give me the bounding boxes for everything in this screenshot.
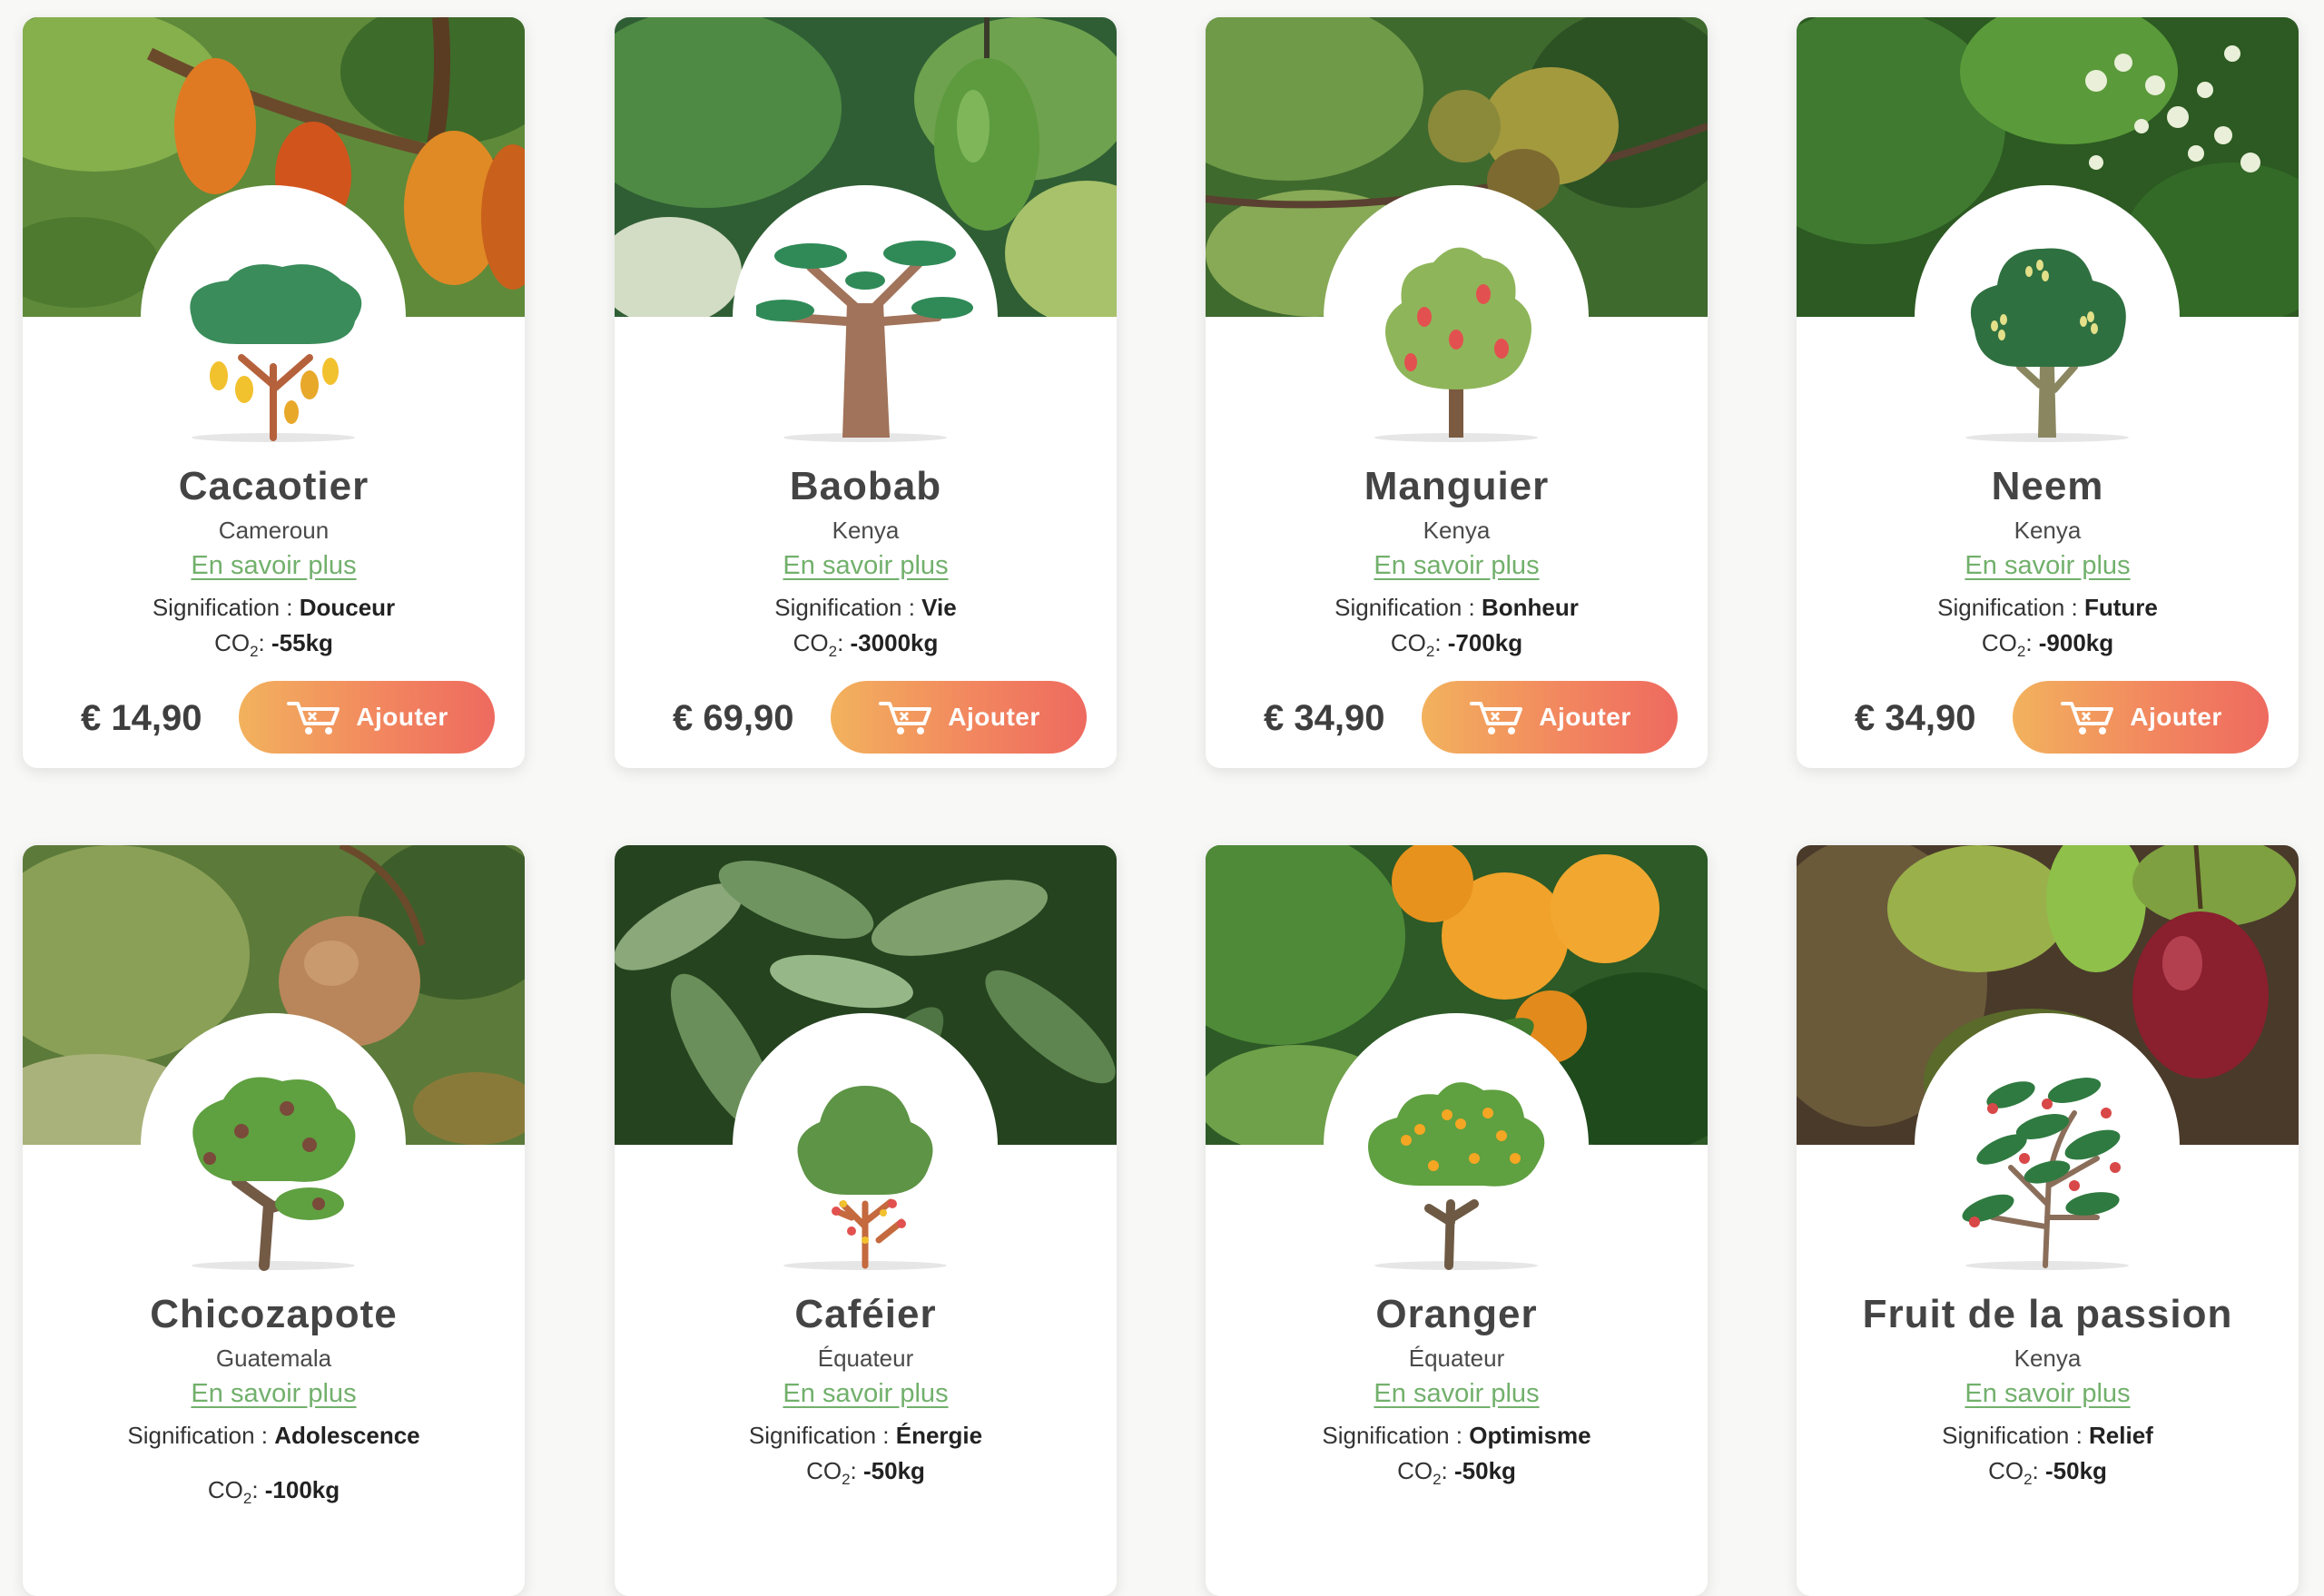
- product-price: € 34,90: [1264, 698, 1385, 738]
- learn-more-link[interactable]: En savoir plus: [23, 551, 525, 581]
- product-origin: Équateur: [817, 1345, 914, 1372]
- cart-icon: [2059, 698, 2117, 736]
- product-co2: CO2: -50kg: [1397, 1457, 1516, 1489]
- product-name: Fruit de la passion: [1862, 1292, 2233, 1336]
- product-origin: Cameroun: [218, 517, 330, 544]
- neem-tree-icon: [1938, 231, 2156, 444]
- product-co2: CO2: -700kg: [1390, 629, 1523, 661]
- product-price: € 34,90: [1855, 698, 1976, 738]
- add-to-cart-button[interactable]: Ajouter: [239, 681, 495, 754]
- learn-more-link[interactable]: En savoir plus: [615, 551, 1117, 581]
- product-card-cafeier: Caféier Équateur En savoir plus Signific…: [615, 845, 1117, 1596]
- cart-icon: [285, 698, 343, 736]
- product-co2: CO2: -900kg: [1981, 629, 2114, 661]
- learn-more-link[interactable]: En savoir plus: [1206, 1379, 1708, 1409]
- product-meaning: Signification : Douceur: [152, 594, 396, 621]
- product-card-baobab: Baobab Kenya En savoir plus Significatio…: [615, 17, 1117, 768]
- product-meaning: Signification : Future: [1937, 594, 2158, 621]
- product-origin: Kenya: [2014, 1345, 2082, 1372]
- product-name: Neem: [1991, 464, 2104, 508]
- product-name: Manguier: [1364, 464, 1550, 508]
- product-card-neem: Neem Kenya En savoir plus Signification …: [1797, 17, 2299, 768]
- product-co2: CO2: -55kg: [214, 629, 333, 661]
- product-origin: Kenya: [2014, 517, 2082, 544]
- product-card-manguier: Manguier Kenya En savoir plus Significat…: [1206, 17, 1708, 768]
- product-name: Chicozapote: [150, 1292, 398, 1336]
- product-origin: Kenya: [1423, 517, 1491, 544]
- product-co2: CO2: -100kg: [207, 1476, 340, 1508]
- product-name: Oranger: [1375, 1292, 1538, 1336]
- product-meaning: Signification : Vie: [774, 594, 957, 621]
- add-button-label: Ajouter: [1539, 703, 1631, 731]
- sapodilla-tree-icon: [164, 1059, 382, 1272]
- product-co2: CO2: -50kg: [806, 1457, 925, 1489]
- product-meaning: Signification : Adolescence: [127, 1422, 420, 1449]
- learn-more-link[interactable]: En savoir plus: [615, 1379, 1117, 1409]
- product-card-oranger: Oranger Équateur En savoir plus Signific…: [1206, 845, 1708, 1596]
- learn-more-link[interactable]: En savoir plus: [1797, 551, 2299, 581]
- product-co2: CO2: -50kg: [1988, 1457, 2107, 1489]
- add-button-label: Ajouter: [2130, 703, 2222, 731]
- add-to-cart-button[interactable]: Ajouter: [831, 681, 1087, 754]
- product-meaning: Signification : Énergie: [748, 1422, 983, 1449]
- product-meaning: Signification : Relief: [1942, 1422, 2153, 1449]
- baobab-tree-icon: [756, 231, 974, 444]
- product-card-cacaotier: Cacaotier Cameroun En savoir plus Signif…: [23, 17, 525, 768]
- product-meaning: Signification : Optimisme: [1322, 1422, 1591, 1449]
- product-price: € 14,90: [81, 698, 202, 738]
- add-button-label: Ajouter: [948, 703, 1040, 731]
- add-to-cart-button[interactable]: Ajouter: [2013, 681, 2269, 754]
- product-card-chicozapote: Chicozapote Guatemala En savoir plus Sig…: [23, 845, 525, 1596]
- product-co2: CO2: -3000kg: [793, 629, 939, 661]
- passion-fruit-tree-icon: [1938, 1059, 2156, 1272]
- add-button-label: Ajouter: [356, 703, 448, 731]
- product-meaning: Signification : Bonheur: [1334, 594, 1579, 621]
- cart-icon: [1468, 698, 1526, 736]
- add-to-cart-button[interactable]: Ajouter: [1422, 681, 1678, 754]
- product-origin: Équateur: [1408, 1345, 1505, 1372]
- product-origin: Guatemala: [215, 1345, 332, 1372]
- coffee-tree-icon: [756, 1059, 974, 1272]
- learn-more-link[interactable]: En savoir plus: [1206, 551, 1708, 581]
- learn-more-link[interactable]: En savoir plus: [1797, 1379, 2299, 1409]
- orange-tree-icon: [1347, 1059, 1565, 1272]
- product-card-fruit-de-la-passion: Fruit de la passion Kenya En savoir plus…: [1797, 845, 2299, 1596]
- product-price: € 69,90: [673, 698, 794, 738]
- mango-tree-icon: [1347, 231, 1565, 444]
- cart-icon: [877, 698, 935, 736]
- learn-more-link[interactable]: En savoir plus: [23, 1379, 525, 1409]
- cacao-tree-icon: [164, 231, 382, 444]
- product-origin: Kenya: [832, 517, 900, 544]
- product-name: Baobab: [789, 464, 942, 508]
- product-name: Caféier: [794, 1292, 937, 1336]
- product-name: Cacaotier: [178, 464, 369, 508]
